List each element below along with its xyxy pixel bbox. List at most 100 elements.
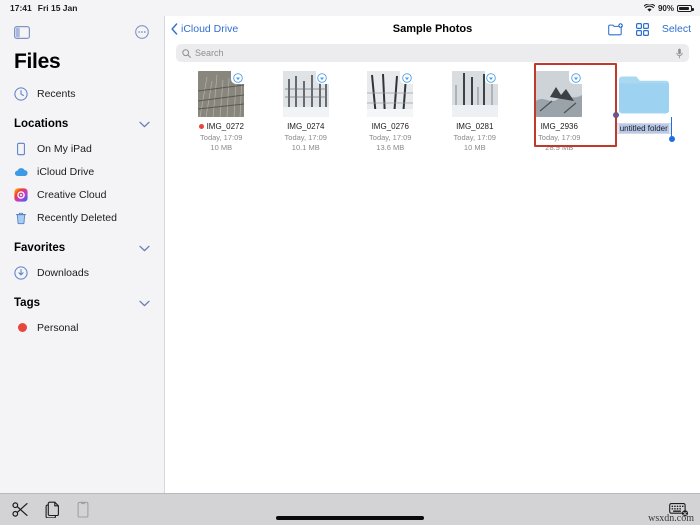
status-time: 17:41 [10,3,32,13]
file-item[interactable]: IMG_0281 Today, 17:09 10 MB [433,71,518,152]
sidebar-item-icloud-drive[interactable]: iCloud Drive [0,160,164,183]
file-date: Today, 17:09 [369,133,412,142]
scissors-icon[interactable] [12,501,29,518]
sidebar-section-title: Tags [14,297,40,309]
icloud-download-icon [569,71,583,84]
icloud-download-icon [315,71,329,84]
chevron-down-icon[interactable] [139,245,150,252]
sidebar-item-creative-cloud[interactable]: Creative Cloud [0,183,164,206]
file-name: IMG_0276 [371,122,409,131]
file-thumbnail[interactable] [198,71,245,117]
bottom-toolbar: wsxdn.com [0,493,700,525]
chevron-left-icon [171,23,178,35]
microphone-icon[interactable] [676,48,683,59]
selection-caret-left [615,117,617,137]
chevron-down-icon[interactable] [139,121,150,128]
file-date: Today, 17:09 [538,133,581,142]
file-size: 10 MB [210,143,233,152]
sidebar-item-downloads[interactable]: Downloads [0,261,164,284]
ipad-files-screen: 17:41 Fri 15 Jan 90% Files Recents Locat… [0,0,700,525]
sidebar-toggle-icon[interactable] [12,22,32,42]
new-folder-item[interactable]: untitled folder [602,71,687,152]
download-circle-icon [14,265,28,280]
sidebar-item-label: Recently Deleted [37,211,117,224]
status-bar: 17:41 Fri 15 Jan 90% [0,0,700,16]
file-size: 10.1 MB [291,143,320,152]
chevron-down-icon[interactable] [139,300,150,307]
page-title: Files [14,50,61,73]
paste-icon [76,501,90,518]
battery-percent: 90% [657,3,674,13]
search-bar-wrap: Search [165,42,700,62]
file-name-row: IMG_0274 [287,122,324,131]
selection-handle-start[interactable] [612,112,619,118]
status-date: Fri 15 Jan [37,3,78,13]
navigation-bar: iCloud Drive Sample Photos Select [165,16,700,42]
main-content: iCloud Drive Sample Photos Select Search… [165,16,700,509]
sidebar-item-label: Creative Cloud [37,188,107,201]
file-date: Today, 17:09 [200,133,243,142]
file-size: 13.6 MB [376,143,405,152]
file-item[interactable]: IMG_0274 Today, 17:09 10.1 MB [264,71,349,152]
file-date: Today, 17:09 [453,133,496,142]
sidebar-item-label: Recents [37,87,76,100]
sidebar-section-title: Favorites [14,242,66,254]
icloud-icon [14,165,28,179]
folder-name-value: untitled folder [618,124,669,133]
search-placeholder: Search [195,48,224,58]
select-button[interactable]: Select [662,23,691,35]
sidebar-item-label: Downloads [37,266,89,279]
file-date: Today, 17:09 [284,133,327,142]
file-name: IMG_0272 [206,122,244,131]
wifi-icon [643,3,655,13]
sidebar-section-title: Locations [14,118,69,130]
sidebar: Files Recents Locations On My iPad iClou… [0,16,165,509]
file-item[interactable]: IMG_0272 Today, 17:09 10 MB [179,71,264,152]
search-icon [182,48,191,58]
tag-dot-icon [14,321,28,335]
sidebar-item-on-my-ipad[interactable]: On My iPad [0,137,164,160]
folder-icon[interactable] [618,73,670,115]
sidebar-item-label: Personal [37,321,79,334]
sidebar-item-personal-tag[interactable]: Personal [0,316,164,339]
file-thumbnail[interactable] [367,71,414,117]
file-item[interactable]: IMG_2936 Today, 17:09 28.9 MB [517,71,602,152]
file-size: 10 MB [463,143,486,152]
watermark: wsxdn.com [648,513,694,524]
file-size: 28.9 MB [545,143,574,152]
file-name: IMG_0281 [456,122,494,131]
search-input[interactable]: Search [176,44,689,62]
sidebar-header [0,18,164,46]
grid-view-icon[interactable] [635,22,649,36]
back-button[interactable]: iCloud Drive [171,23,238,35]
sidebar-item-recently-deleted[interactable]: Recently Deleted [0,206,164,229]
selection-handle-end[interactable] [668,136,675,142]
file-name-row: IMG_0272 [198,122,244,131]
sidebar-section-tags[interactable]: Tags [0,290,164,316]
file-name-row: IMG_0281 [456,122,493,131]
home-indicator[interactable] [276,516,424,520]
folder-name-input[interactable]: untitled folder [612,112,675,142]
trash-icon [14,211,28,225]
icloud-download-icon [400,71,414,84]
file-thumbnail[interactable] [451,71,498,117]
selection-caret-right [670,117,672,137]
new-folder-icon[interactable] [607,22,623,36]
sidebar-section-favorites[interactable]: Favorites [0,235,164,261]
sidebar-item-recents[interactable]: Recents [0,82,164,105]
ellipsis-circle-icon[interactable] [132,22,152,42]
battery-icon [677,4,694,12]
file-thumbnail[interactable] [282,71,329,117]
back-label: iCloud Drive [181,23,239,35]
sidebar-section-locations[interactable]: Locations [0,111,164,137]
icloud-download-icon [484,71,498,84]
ipad-icon [14,142,28,156]
file-thumbnail[interactable] [536,71,583,117]
sidebar-item-label: On My iPad [37,142,92,155]
icloud-download-icon [231,71,245,84]
copy-icon[interactable] [45,501,60,518]
file-item[interactable]: IMG_0276 Today, 17:09 13.6 MB [348,71,433,152]
clock-icon [14,86,28,101]
sidebar-item-label: iCloud Drive [37,165,95,178]
tag-dot-icon [198,124,204,129]
